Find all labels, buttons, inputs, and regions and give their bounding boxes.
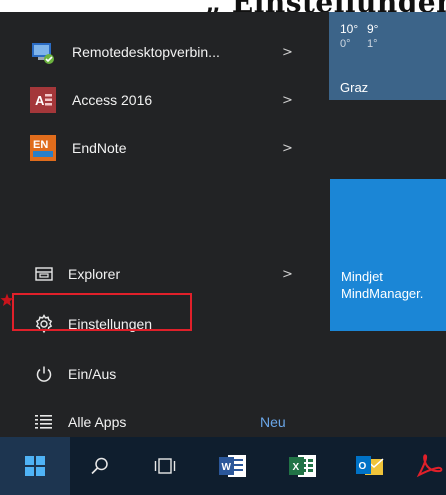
weather-high-1: 10° bbox=[340, 22, 359, 36]
weather-low-1: 0° bbox=[340, 38, 351, 50]
app-access[interactable]: A Access 2016 > bbox=[30, 82, 315, 118]
app-endnote[interactable]: EN EndNote > bbox=[30, 130, 315, 166]
explorer-item[interactable]: Explorer > bbox=[34, 257, 314, 291]
excel-icon: X bbox=[289, 455, 316, 477]
chevron-right-icon[interactable]: > bbox=[282, 93, 293, 108]
weather-tile[interactable]: 10° 9° 0° 1° Graz bbox=[329, 12, 446, 100]
all-apps-icon bbox=[34, 412, 54, 432]
star-marker-icon bbox=[0, 293, 14, 306]
power-label: Ein/Aus bbox=[68, 366, 117, 382]
svg-text:O: O bbox=[359, 461, 367, 472]
task-view-button[interactable] bbox=[145, 437, 185, 495]
mindmanager-tile[interactable]: Mindjet MindManager. bbox=[330, 179, 446, 331]
power-item[interactable]: Ein/Aus bbox=[34, 357, 314, 391]
remote-desktop-icon bbox=[30, 39, 56, 65]
new-badge: Neu bbox=[260, 414, 286, 430]
endnote-icon: EN bbox=[30, 135, 56, 161]
weather-city: Graz bbox=[340, 80, 369, 95]
start-menu: 10° 9° 0° 1° Graz Mindjet MindManager. Rem… bbox=[0, 12, 446, 437]
task-view-icon bbox=[154, 458, 176, 474]
excel-taskbar-button[interactable]: X bbox=[278, 437, 328, 495]
search-icon bbox=[91, 457, 108, 475]
weather-high-temps: 10° 9° bbox=[340, 22, 394, 36]
search-button[interactable] bbox=[80, 437, 120, 495]
file-explorer-icon bbox=[34, 264, 54, 284]
app-endnote-label: EndNote bbox=[72, 140, 127, 156]
outlook-taskbar-button[interactable]: O bbox=[345, 437, 395, 495]
chevron-right-icon[interactable]: > bbox=[282, 141, 293, 156]
windows-start-button[interactable] bbox=[0, 437, 70, 495]
taskbar: W X O bbox=[0, 437, 446, 495]
mindmanager-label: Mindjet MindManager. bbox=[341, 269, 424, 301]
acrobat-taskbar-button[interactable] bbox=[410, 437, 446, 495]
power-icon bbox=[34, 364, 54, 384]
start-left-column: Remotedesktopverbin... > A Access 2016 > bbox=[0, 12, 322, 437]
weather-low-temps: 0° 1° bbox=[340, 38, 394, 50]
svg-text:EN: EN bbox=[33, 139, 48, 151]
app-remote-desktop[interactable]: Remotedesktopverbin... > bbox=[30, 34, 315, 70]
svg-text:X: X bbox=[293, 462, 300, 473]
weather-low-2: 1° bbox=[367, 38, 378, 50]
chevron-right-icon[interactable]: > bbox=[282, 45, 293, 60]
access-icon: A bbox=[30, 87, 56, 113]
svg-text:A: A bbox=[35, 93, 45, 108]
chevron-right-icon[interactable]: > bbox=[282, 267, 293, 282]
outlook-icon: O bbox=[356, 456, 384, 475]
settings-highlight-box bbox=[12, 293, 192, 331]
acrobat-icon bbox=[416, 454, 443, 478]
app-remote-desktop-label: Remotedesktopverbin... bbox=[72, 44, 220, 60]
word-taskbar-button[interactable]: W bbox=[208, 437, 258, 495]
windows-start-icon bbox=[25, 456, 45, 476]
svg-text:W: W bbox=[222, 462, 232, 473]
all-apps-label: Alle Apps bbox=[68, 414, 127, 430]
app-access-label: Access 2016 bbox=[72, 92, 153, 108]
weather-high-2: 9° bbox=[367, 22, 379, 36]
word-icon: W bbox=[219, 455, 246, 477]
explorer-label: Explorer bbox=[68, 266, 121, 282]
